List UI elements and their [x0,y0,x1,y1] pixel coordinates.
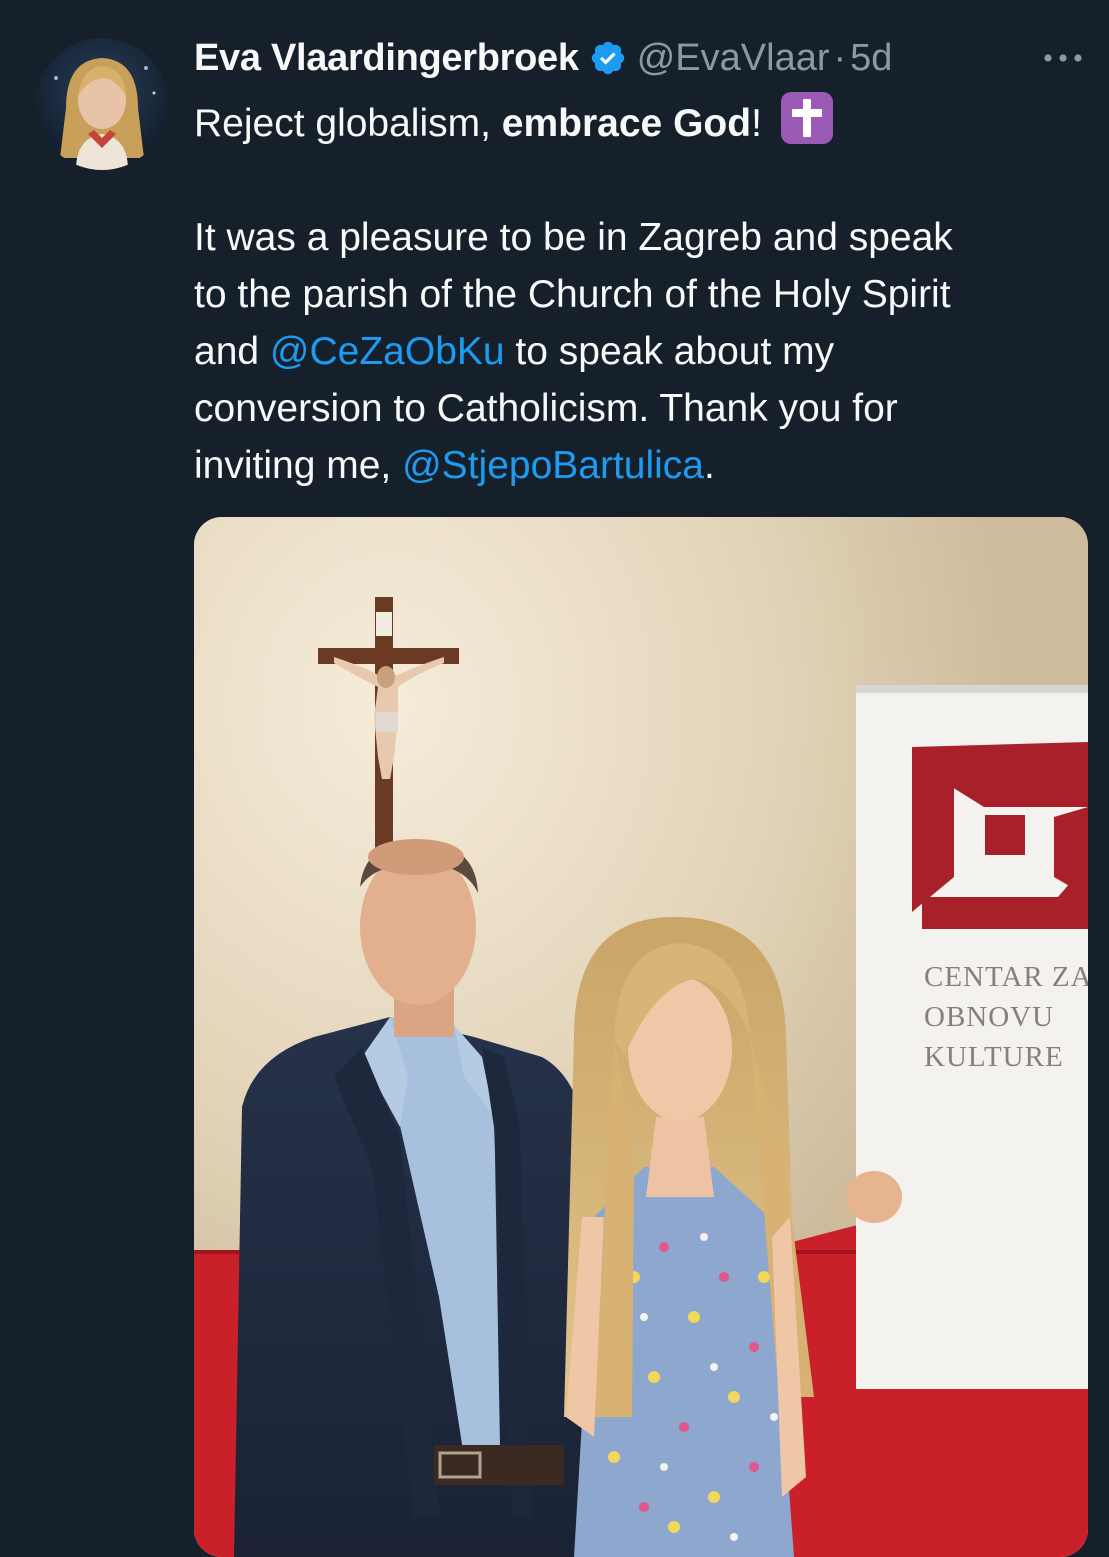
text-line: conversion to Catholicism. Thank you for [194,387,898,430]
author-handle[interactable]: @EvaVlaar [637,34,830,82]
text-segment: ! [751,102,762,145]
author-name[interactable]: Eva Vlaardingerbroek [194,34,579,82]
text-line: It was a pleasure to be in Zagreb and sp… [194,216,953,259]
more-options-icon[interactable] [1040,46,1086,70]
latin-cross-emoji [780,92,833,144]
text-line: and @CeZaObKu to speak about my [194,323,1094,380]
timestamp[interactable]: 5d [850,34,892,82]
banner-text: CENTAR ZA OBNOVU KULTURE [924,957,1088,1077]
text-segment: to speak about my [504,330,835,373]
tweet-photo[interactable]: CENTAR ZA OBNOVU KULTURE [194,517,1088,1557]
tweet[interactable]: Eva Vlaardingerbroek @EvaVlaar · 5d Reje… [0,0,1109,1557]
text-line: to the parish of the Church of the Holy … [194,273,951,316]
tweet-text: Reject globalism, embrace God! It was a … [194,90,1094,494]
text-line: Reject globalism, embrace God! [194,90,1094,152]
text-segment: and [194,330,270,373]
text-segment: . [704,444,715,487]
separator-dot: · [833,37,847,79]
mention-link[interactable]: @StjepoBartulica [402,444,704,487]
banner-line: OBNOVU [924,1001,1055,1033]
tweet-header: Eva Vlaardingerbroek @EvaVlaar · 5d [194,34,892,82]
banner-line: KULTURE [924,1041,1064,1073]
text-line: inviting me, @StjepoBartulica. [194,437,1094,494]
avatar[interactable] [36,38,168,170]
mention-link[interactable]: @CeZaObKu [270,330,505,373]
text-bold: embrace God [501,102,752,145]
banner-line: CENTAR ZA [924,961,1088,993]
verified-badge-icon[interactable] [589,39,627,77]
text-segment: inviting me, [194,444,403,487]
text-segment: Reject globalism, [194,102,502,145]
